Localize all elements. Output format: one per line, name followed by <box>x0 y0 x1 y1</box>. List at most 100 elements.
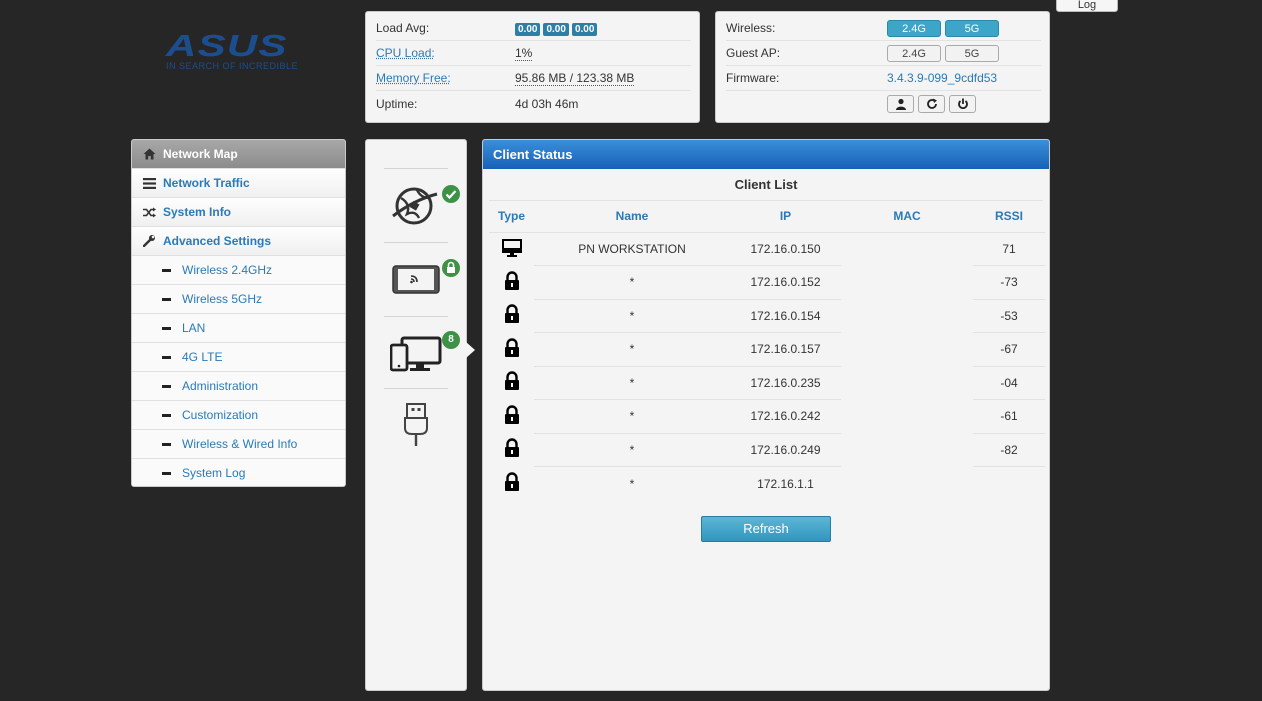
table-row[interactable]: * 172.16.0.235 -04 <box>489 366 1045 400</box>
load-avg-label: Load Avg: <box>376 21 430 35</box>
client-mac <box>841 333 973 367</box>
client-rssi: -73 <box>973 265 1045 300</box>
check-icon <box>445 190 457 200</box>
dash-icon <box>162 326 171 330</box>
refresh-button[interactable]: Refresh <box>701 516 831 542</box>
client-table: Type Name IP MAC RSSI PN WORKSTATION 172.… <box>489 201 1045 500</box>
client-rssi <box>973 467 1045 501</box>
lock-icon <box>503 304 521 327</box>
guest-24g-toggle[interactable]: 2.4G <box>887 44 941 62</box>
wireless-24g-toggle[interactable]: 2.4G <box>887 19 941 37</box>
asus-logo[interactable]: ASUS IN SEARCH OF INCREDIBLE <box>166 30 311 75</box>
log-button[interactable]: Log <box>1056 0 1118 12</box>
system-status-panel: Load Avg: 0.00 0.00 0.00 CPU Load: 1% Memo… <box>365 11 700 123</box>
client-name: * <box>534 399 730 434</box>
memory-free-link[interactable]: Memory Free: <box>376 71 515 85</box>
client-name: * <box>534 332 730 367</box>
load-avg-values: 0.00 0.00 0.00 <box>515 21 600 36</box>
col-mac[interactable]: MAC <box>841 201 973 233</box>
lock-icon <box>503 338 521 361</box>
client-rssi: -04 <box>973 366 1045 400</box>
submenu-system-log[interactable]: System Log <box>132 459 345 486</box>
action-row <box>726 91 1041 116</box>
col-ip[interactable]: IP <box>730 201 841 233</box>
table-row[interactable]: * 172.16.0.154 -53 <box>489 299 1045 333</box>
col-type[interactable]: Type <box>489 201 534 233</box>
menu-item-system-info[interactable]: System Info <box>132 198 345 227</box>
client-name: * <box>534 265 730 300</box>
mobile-broadband-button[interactable] <box>391 264 441 299</box>
submenu-customization[interactable]: Customization <box>132 401 345 430</box>
user-button[interactable] <box>887 94 914 113</box>
user-icon <box>895 98 906 110</box>
dash-icon <box>162 442 171 446</box>
usb-button[interactable] <box>403 402 429 451</box>
power-button[interactable] <box>949 94 976 113</box>
client-ip: 172.16.0.154 <box>730 299 841 333</box>
dash-icon <box>162 384 171 388</box>
client-name: * <box>629 476 635 491</box>
client-mac <box>841 266 973 300</box>
submenu-administration[interactable]: Administration <box>132 372 345 401</box>
memory-row: Memory Free: 95.86 MB / 123.38 MB <box>376 66 691 91</box>
load-avg-5: 0.00 <box>543 22 569 36</box>
internet-status-button[interactable] <box>391 182 441 231</box>
submenu-4g-lte[interactable]: 4G LTE <box>132 343 345 372</box>
internet-connected-badge <box>442 185 460 203</box>
client-ip: 172.16.0.150 <box>730 232 841 266</box>
submenu-wireless-wired-info[interactable]: Wireless & Wired Info <box>132 430 345 459</box>
client-name: PN WORKSTATION <box>534 232 730 266</box>
globe-icon <box>392 187 438 225</box>
wireless-5g-toggle[interactable]: 5G <box>945 19 999 37</box>
client-type <box>489 333 534 367</box>
firmware-version-link[interactable]: 3.4.3.9-099_9cdfd53 <box>887 71 997 85</box>
client-table-header: Type Name IP MAC RSSI <box>489 201 1045 233</box>
table-row[interactable]: * 172.16.0.152 -73 <box>489 265 1045 300</box>
client-type <box>489 299 534 333</box>
submenu-wireless-5ghz[interactable]: Wireless 5GHz <box>132 285 345 314</box>
lock-icon <box>503 271 521 294</box>
submenu-label: Customization <box>182 408 259 422</box>
client-ip: 172.16.0.235 <box>730 366 841 400</box>
client-rssi: 71 <box>973 232 1045 266</box>
selection-pointer <box>466 342 475 358</box>
menu-item-label: System Info <box>163 205 232 219</box>
client-type <box>489 433 534 467</box>
divider <box>384 316 448 317</box>
guest-5g-toggle[interactable]: 5G <box>945 44 999 62</box>
submenu-lan[interactable]: LAN <box>132 314 345 343</box>
uptime-label: Uptime: <box>376 96 418 111</box>
restart-button[interactable] <box>918 94 945 113</box>
dash-icon <box>162 268 171 272</box>
table-row[interactable]: * 172.16.0.157 -67 <box>489 332 1045 367</box>
client-mac <box>841 433 973 467</box>
client-ip: 172.16.0.242 <box>730 399 841 434</box>
menu-item-network-map[interactable]: Network Map <box>132 140 345 169</box>
table-row[interactable]: * 172.16.1.1 <box>489 467 1045 501</box>
client-type <box>489 232 534 266</box>
submenu-label: System Log <box>182 466 246 480</box>
submenu-wireless-24ghz[interactable]: Wireless 2.4GHz <box>132 256 345 285</box>
client-type <box>489 467 534 501</box>
client-list-title: Client List <box>489 177 1043 201</box>
menu-item-label: Network Map <box>163 147 238 161</box>
menu-item-label: Advanced Settings <box>163 234 272 248</box>
load-avg-1: 0.00 <box>515 22 541 36</box>
menu-item-network-traffic[interactable]: Network Traffic <box>132 169 345 198</box>
lock-icon <box>503 371 521 394</box>
clients-button[interactable] <box>389 336 442 375</box>
dash-icon <box>162 471 171 475</box>
client-rssi: -67 <box>973 332 1045 367</box>
cpu-load-link[interactable]: CPU Load: <box>376 46 515 60</box>
cpu-row: CPU Load: 1% <box>376 41 691 66</box>
table-row[interactable]: PN WORKSTATION 172.16.0.150 71 <box>489 232 1045 266</box>
lock-icon <box>503 472 521 495</box>
table-row[interactable]: * 172.16.0.242 -61 <box>489 399 1045 434</box>
table-row[interactable]: * 172.16.0.249 -82 <box>489 433 1045 467</box>
submenu-label: Wireless 5GHz <box>182 292 263 306</box>
client-rssi: -82 <box>973 433 1045 467</box>
client-name: * <box>534 366 730 400</box>
col-rssi[interactable]: RSSI <box>973 201 1045 233</box>
menu-item-advanced-settings[interactable]: Advanced Settings <box>132 227 345 256</box>
col-name[interactable]: Name <box>534 201 730 233</box>
